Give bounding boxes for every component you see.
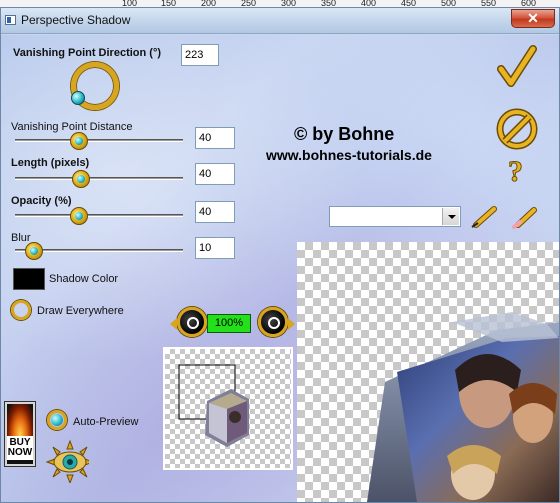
distance-input[interactable]: 40 — [195, 127, 235, 149]
auto-preview-label: Auto-Preview — [73, 416, 139, 428]
chevron-down-icon[interactable] — [442, 208, 459, 225]
shadow-color-label: Shadow Color — [49, 273, 119, 285]
length-input[interactable]: 40 — [195, 163, 235, 185]
direction-input[interactable]: 223 — [181, 44, 219, 66]
shadow-color-swatch[interactable] — [13, 268, 45, 290]
help-icon[interactable]: ? — [506, 155, 528, 187]
blur-slider[interactable] — [15, 242, 183, 260]
perspective-shadow-dialog: Perspective Shadow ✕ Vanishing Point Dir… — [0, 7, 560, 503]
window-title: Perspective Shadow — [21, 13, 131, 27]
blur-input[interactable]: 10 — [195, 237, 235, 259]
ok-checkmark-icon[interactable] — [497, 45, 537, 89]
close-button[interactable]: ✕ — [511, 9, 555, 28]
distance-slider[interactable] — [15, 132, 183, 150]
slider-track — [15, 139, 183, 142]
result-preview[interactable] — [297, 242, 559, 502]
slider-thumb[interactable] — [70, 132, 88, 150]
length-label: Length (pixels) — [11, 157, 90, 169]
preview-image — [367, 312, 559, 502]
cancel-icon[interactable] — [495, 107, 539, 151]
flame-icon — [7, 404, 33, 438]
website-text: www.bohnes-tutorials.de — [266, 147, 432, 163]
buy-now-label: BUY NOW — [7, 436, 33, 460]
zoom-level: 100% — [207, 314, 251, 333]
zoom-in-button[interactable] — [258, 307, 295, 337]
opacity-label: Opacity (%) — [11, 195, 72, 207]
window-icon — [5, 15, 16, 25]
opacity-slider[interactable] — [15, 207, 183, 225]
zoom-out-button[interactable] — [170, 307, 207, 337]
buy-now-button[interactable]: BUY NOW — [5, 402, 35, 466]
navigator-image — [178, 364, 249, 447]
slider-thumb[interactable] — [72, 170, 90, 188]
draw-everywhere-label: Draw Everywhere — [37, 305, 124, 317]
slider-track — [15, 177, 183, 180]
copyright-text: © by Bohne — [294, 124, 395, 144]
direction-label: Vanishing Point Direction (°) — [13, 47, 162, 59]
title-bar[interactable]: Perspective Shadow ✕ — [1, 8, 559, 34]
draw-everywhere-toggle[interactable] — [11, 300, 31, 320]
navigator-preview[interactable] — [163, 347, 293, 470]
opacity-input[interactable]: 40 — [195, 201, 235, 223]
presets-dropdown[interactable] — [329, 206, 461, 227]
preview-eye-icon[interactable] — [45, 439, 89, 483]
delete-preset-eraser-icon[interactable] — [512, 205, 540, 229]
length-slider[interactable] — [15, 170, 183, 188]
slider-thumb[interactable] — [70, 207, 88, 225]
svg-text:?: ? — [508, 155, 523, 187]
slider-thumb[interactable] — [25, 242, 43, 260]
auto-preview-toggle[interactable] — [47, 410, 67, 430]
save-preset-pencil-icon[interactable] — [470, 205, 498, 229]
slider-track — [15, 214, 183, 217]
dialog-client-area: Vanishing Point Direction (°) 223 Vanish… — [1, 35, 559, 502]
direction-handle[interactable] — [71, 91, 85, 105]
